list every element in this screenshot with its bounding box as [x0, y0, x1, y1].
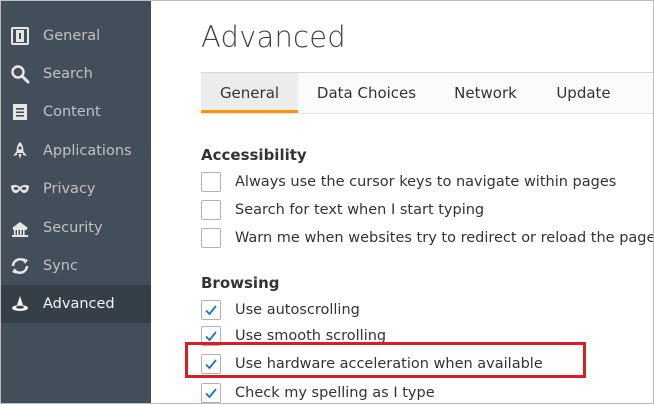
checkmark-icon	[205, 331, 217, 342]
option-search-typing[interactable]: Search for text when I start typing	[201, 198, 484, 222]
sidebar-item-label: Advanced	[43, 296, 115, 312]
option-label: Use smooth scrolling	[235, 328, 387, 344]
checkbox-autoscrolling[interactable]	[201, 300, 221, 320]
checkbox-search-typing[interactable]	[201, 200, 221, 220]
checkmark-icon	[205, 305, 217, 316]
tab-general[interactable]: General	[201, 73, 298, 113]
option-smooth-scrolling[interactable]: Use smooth scrolling	[201, 324, 386, 348]
sidebar-item-label: Applications	[43, 143, 132, 159]
sync-icon	[10, 256, 30, 276]
checkmark-icon	[205, 359, 217, 370]
option-warn-redirect[interactable]: Warn me when websites try to redirect or…	[201, 226, 654, 250]
sidebar-item-label: Privacy	[43, 181, 96, 197]
checkbox-smooth-scrolling[interactable]	[201, 326, 221, 346]
sidebar-item-applications[interactable]: Applications	[0, 132, 151, 170]
tab-update[interactable]: Update	[536, 73, 631, 112]
sidebar-item-privacy[interactable]: Privacy	[0, 170, 151, 208]
privacy-mask-icon	[10, 179, 30, 199]
checkbox-spell-check[interactable]	[201, 383, 221, 403]
option-label: Warn me when websites try to redirect or…	[235, 230, 654, 246]
option-spell-check[interactable]: Check my spelling as I type	[201, 381, 435, 405]
general-icon	[10, 26, 30, 46]
checkbox-hardware-acceleration[interactable]	[201, 354, 221, 374]
advanced-icon	[10, 294, 30, 314]
sidebar-item-label: Search	[43, 66, 93, 82]
sidebar-item-security[interactable]: Security	[0, 209, 151, 247]
sidebar-item-search[interactable]: Search	[0, 55, 151, 93]
sidebar-item-sync[interactable]: Sync	[0, 247, 151, 285]
option-label: Search for text when I start typing	[235, 202, 485, 218]
sidebar-item-label: Sync	[43, 258, 78, 274]
option-label: Use hardware acceleration when available	[235, 356, 543, 372]
sidebar-item-advanced[interactable]: Advanced	[0, 285, 151, 323]
security-icon	[10, 218, 30, 238]
sidebar-item-label: Security	[43, 220, 103, 236]
checkbox-warn-redirect[interactable]	[201, 228, 221, 248]
content-icon	[10, 102, 30, 122]
accessibility-heading: Accessibility	[201, 146, 307, 164]
sidebar-item-general[interactable]: General	[0, 17, 151, 55]
browsing-heading: Browsing	[201, 274, 280, 292]
sidebar-item-label: General	[43, 28, 101, 44]
option-autoscrolling[interactable]: Use autoscrolling	[201, 298, 360, 322]
option-label: Check my spelling as I type	[235, 385, 435, 401]
search-icon	[10, 64, 30, 84]
applications-icon	[10, 141, 30, 161]
tab-bar: General Data Choices Network Update	[201, 72, 654, 114]
page-title: Advanced	[201, 20, 346, 54]
tab-data-choices[interactable]: Data Choices	[298, 73, 435, 112]
main-panel: Advanced General Data Choices Network Up…	[151, 0, 654, 404]
option-label: Use autoscrolling	[235, 302, 360, 318]
checkbox-cursor-keys[interactable]	[201, 172, 221, 192]
option-cursor-keys[interactable]: Always use the cursor keys to navigate w…	[201, 170, 616, 194]
sidebar-item-content[interactable]: Content	[0, 93, 151, 131]
option-label: Always use the cursor keys to navigate w…	[235, 174, 617, 190]
sidebar-item-label: Content	[43, 104, 101, 120]
tab-network[interactable]: Network	[435, 73, 536, 112]
sidebar: General Search Content Applications Priv…	[0, 0, 151, 404]
checkmark-icon	[205, 388, 217, 399]
option-hardware-acceleration[interactable]: Use hardware acceleration when available	[201, 352, 543, 376]
